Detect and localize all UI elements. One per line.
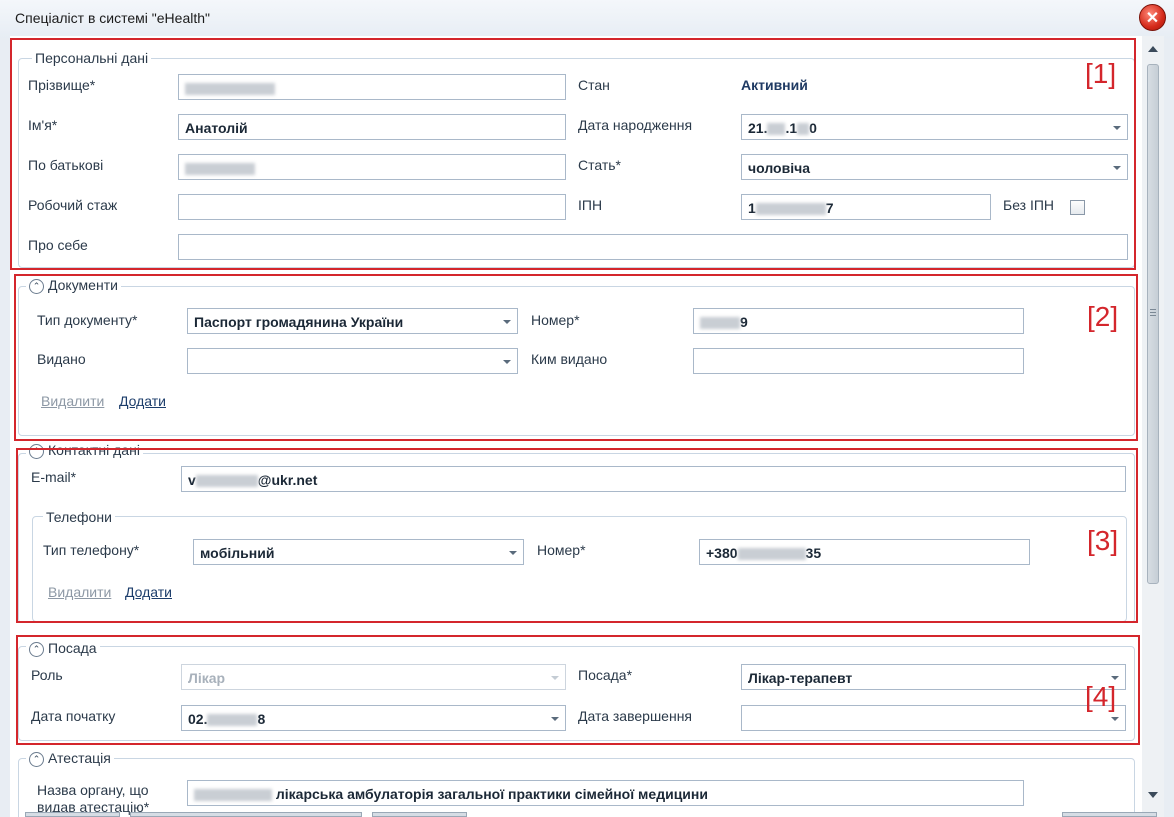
org-value: лікарська амбулаторія загальної практики… xyxy=(275,786,708,802)
org-input[interactable]: лікарська амбулаторія загальної практики… xyxy=(187,780,1024,806)
grip-line xyxy=(1150,315,1156,316)
grip-line xyxy=(1150,312,1156,313)
org-label-line1: Назва органу, що xyxy=(37,782,149,798)
grip-line xyxy=(1150,309,1156,310)
annotation-tag-2: [2] xyxy=(1087,301,1119,332)
annotation-box-1 xyxy=(10,38,1136,270)
org-label: Назва органу, що видав атестацію* xyxy=(37,782,149,816)
collapse-icon[interactable]: ⌃ xyxy=(29,751,44,767)
annotation-tag-4: [4] xyxy=(1085,681,1117,712)
bottom-button[interactable] xyxy=(372,812,467,817)
annotation-tag-3: [3] xyxy=(1087,525,1119,556)
bottom-button[interactable] xyxy=(130,812,362,817)
attestation-legend[interactable]: ⌃ Атестація xyxy=(26,750,114,767)
title-bar: Спеціаліст в системі "eHealth" ✕ xyxy=(0,0,1174,38)
bottom-button[interactable] xyxy=(25,812,120,817)
attestation-title: Атестація xyxy=(48,750,111,766)
scroll-down-icon[interactable] xyxy=(1148,792,1158,798)
scrollbar-thumb[interactable] xyxy=(1147,64,1159,584)
bottom-button[interactable] xyxy=(1062,812,1157,817)
scroll-up-icon[interactable] xyxy=(1148,46,1158,52)
annotation-box-3 xyxy=(16,448,1138,623)
vertical-scrollbar[interactable] xyxy=(1142,36,1164,817)
window-title: Спеціаліст в системі "eHealth" xyxy=(15,10,210,26)
annotation-tag-1: [1] xyxy=(1085,58,1117,89)
annotation-box-4 xyxy=(16,635,1140,745)
close-icon[interactable]: ✕ xyxy=(1139,4,1166,31)
annotation-box-2 xyxy=(14,274,1138,441)
form-area: Персональні дані Прізвище* Ім'я* Анатолі… xyxy=(10,36,1142,817)
redacted xyxy=(194,789,272,802)
